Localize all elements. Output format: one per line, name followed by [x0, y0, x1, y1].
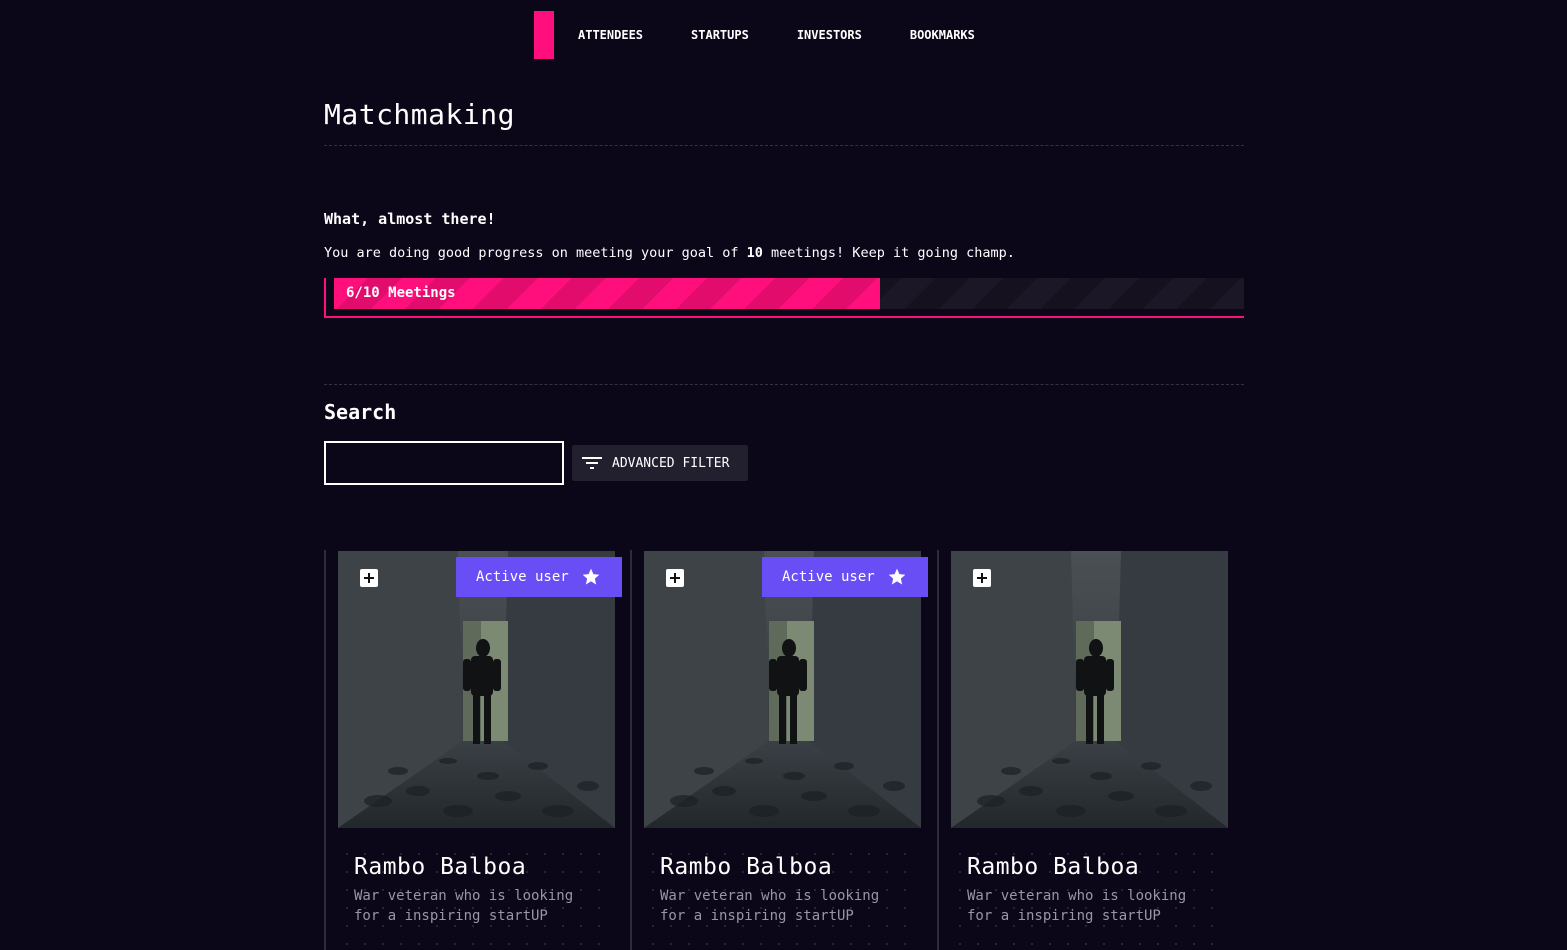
progress-goal: 10 — [746, 245, 763, 261]
filter-icon — [582, 457, 602, 469]
nav-item-attendees[interactable]: ATTENDEES — [578, 28, 643, 42]
attendee-description: War veteran who is looking for a inspiri… — [354, 888, 574, 924]
attendee-card[interactable]: Active user Rambo Balboa War veteran who… — [630, 550, 936, 950]
card-body: Rambo Balboa War veteran who is looking … — [338, 845, 615, 945]
progress-description: You are doing good progress on meeting y… — [324, 245, 1015, 261]
attendee-description: War veteran who is looking for a inspiri… — [967, 888, 1187, 924]
attendee-name: Rambo Balboa — [354, 854, 527, 880]
nav-item-bookmarks[interactable]: BOOKMARKS — [910, 28, 975, 42]
attendee-name: Rambo Balboa — [660, 854, 833, 880]
card-body: Rambo Balboa War veteran who is looking … — [644, 845, 921, 945]
advanced-filter-label: ADVANCED FILTER — [612, 455, 730, 471]
progress-label: 6/10 Meetings — [346, 285, 456, 301]
attendee-description: War veteran who is looking for a inspiri… — [660, 888, 880, 924]
progress-bar: 6/10 Meetings — [324, 278, 1244, 318]
attendee-card[interactable]: Rambo Balboa War veteran who is looking … — [937, 550, 1243, 950]
attendee-name: Rambo Balboa — [967, 854, 1140, 880]
progress-text-after: meetings! Keep it going champ. — [762, 245, 1015, 261]
card-body: Rambo Balboa War veteran who is looking … — [951, 845, 1228, 945]
search-input[interactable] — [324, 441, 564, 485]
nav-item-startups[interactable]: STARTUPS — [691, 28, 749, 42]
attendee-cards: Active user Rambo Balboa War veteran who… — [324, 550, 1244, 950]
attendee-card[interactable]: Active user Rambo Balboa War veteran who… — [324, 550, 630, 950]
top-nav: ATTENDEES STARTUPS INVESTORS BOOKMARKS — [534, 11, 975, 59]
active-user-badge-label: Active user — [782, 569, 875, 585]
active-user-badge-label: Active user — [476, 569, 569, 585]
search-heading: Search — [324, 400, 397, 424]
nav-active-marker — [534, 11, 554, 59]
star-icon — [582, 568, 600, 585]
active-user-badge: Active user — [456, 557, 622, 597]
section-divider — [324, 384, 1244, 385]
progress-heading: What, almost there! — [324, 210, 496, 228]
star-icon — [888, 568, 906, 585]
progress-track: 6/10 Meetings — [334, 278, 1244, 309]
nav-item-investors[interactable]: INVESTORS — [797, 28, 862, 42]
active-user-badge: Active user — [762, 557, 928, 597]
bookmark-add-icon[interactable] — [360, 569, 378, 587]
attendee-photo — [951, 551, 1228, 828]
progress-text-before: You are doing good progress on meeting y… — [324, 245, 747, 261]
bookmark-add-icon[interactable] — [666, 569, 684, 587]
page-title: Matchmaking — [324, 98, 515, 131]
bookmark-add-icon[interactable] — [973, 569, 991, 587]
title-divider — [324, 145, 1244, 146]
advanced-filter-button[interactable]: ADVANCED FILTER — [572, 445, 748, 481]
